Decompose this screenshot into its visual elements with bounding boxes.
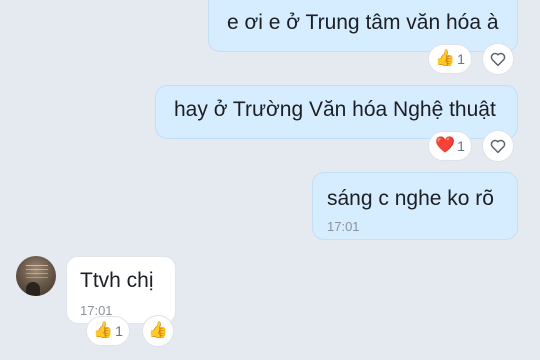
thumbs-up-icon: 👍 bbox=[148, 322, 168, 339]
sent-message-bubble[interactable]: e ơi e ở Trung tâm văn hóa à bbox=[208, 0, 518, 52]
thumbs-up-icon: 👍 bbox=[93, 322, 114, 339]
add-reaction-button[interactable] bbox=[482, 130, 514, 162]
heart-outline-icon bbox=[490, 52, 506, 67]
add-reaction-button[interactable] bbox=[482, 43, 514, 75]
add-reaction-button[interactable]: 👍 bbox=[142, 315, 174, 347]
red-heart-icon: ❤️ bbox=[435, 137, 456, 154]
reaction-pill[interactable]: 👍 1 bbox=[428, 44, 472, 74]
message-text: sáng c nghe ko rõ bbox=[327, 187, 494, 210]
heart-outline-icon bbox=[490, 139, 506, 154]
avatar[interactable] bbox=[16, 256, 56, 296]
message-text: hay ở Trường Văn hóa Nghệ thuật bbox=[174, 98, 496, 121]
thumbs-up-icon: 👍 bbox=[435, 50, 456, 67]
reaction-pill[interactable]: 👍 1 bbox=[86, 316, 130, 346]
message-timestamp: 17:01 bbox=[327, 219, 360, 234]
reaction-count: 1 bbox=[457, 51, 465, 67]
reaction-count: 1 bbox=[115, 323, 123, 339]
sent-message-bubble[interactable]: hay ở Trường Văn hóa Nghệ thuật bbox=[155, 85, 518, 139]
sent-message-bubble[interactable]: sáng c nghe ko rõ 17:01 bbox=[312, 172, 518, 240]
message-text: e ơi e ở Trung tâm văn hóa à bbox=[227, 11, 499, 34]
message-text: Ttvh chị bbox=[80, 269, 154, 292]
received-message-bubble[interactable]: Ttvh chị 17:01 bbox=[66, 256, 176, 324]
reaction-pill[interactable]: ❤️ 1 bbox=[428, 131, 472, 161]
reaction-count: 1 bbox=[457, 138, 465, 154]
